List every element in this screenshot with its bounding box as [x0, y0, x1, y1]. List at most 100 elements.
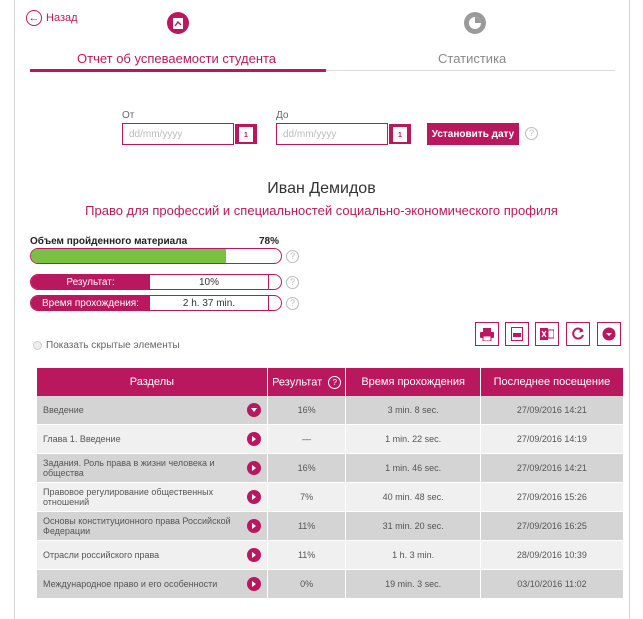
table-row[interactable]: Международное право и его особенности 0% 1… — [37, 569, 623, 599]
section-name: Отрасли российского права — [43, 550, 160, 560]
section-cell: Введение — [37, 396, 268, 425]
result-key: Результат: — [31, 275, 150, 289]
from-label: От — [122, 110, 135, 121]
help-icon[interactable]: ? — [286, 297, 299, 310]
result-cell: — — [267, 424, 347, 454]
course-title: Право для профессий и специальностей соц… — [85, 203, 558, 218]
last-visit-cell: 27/09/2016 16:25 — [480, 511, 623, 541]
progress-bar — [30, 248, 282, 264]
section-cell: Основы конституционного права Российской… — [37, 511, 268, 541]
chevron-right-icon[interactable] — [246, 432, 261, 446]
result-cell: 7% — [267, 482, 347, 512]
chevron-down-icon — [602, 327, 616, 341]
section-name: Введение — [43, 405, 84, 415]
calendar-icon: 1 — [239, 126, 253, 142]
section-cell: Международное право и его особенности — [37, 569, 268, 599]
arrow-left-icon: ← — [26, 10, 42, 26]
result-cell: 11% — [267, 511, 347, 541]
set-date-button[interactable]: Установить дату — [427, 123, 519, 145]
active-tab-indicator — [30, 69, 326, 72]
sections-table: Разделы Результат ? Время прохождения По… — [37, 368, 623, 599]
tab-report[interactable]: Отчет об успеваемости студента — [77, 51, 276, 66]
result-cell: 16% — [267, 396, 347, 425]
col-header-last-visit[interactable]: Последнее посещение — [480, 368, 623, 396]
help-icon[interactable]: ? — [525, 127, 538, 140]
excel-icon — [540, 328, 554, 340]
chevron-right-icon[interactable] — [246, 577, 261, 591]
table-row[interactable]: Основы конституционного права Российской… — [37, 511, 623, 541]
progress-label: Объем пройденного материала — [30, 236, 188, 247]
section-cell: Правовое регулирование общественных отно… — [37, 482, 268, 512]
time-cell: 19 min. 3 sec. — [345, 569, 481, 599]
result-value: 10% — [150, 275, 269, 289]
result-pill: Результат: 10% — [30, 274, 282, 290]
chevron-right-icon[interactable] — [246, 519, 261, 533]
print-button[interactable] — [475, 322, 499, 346]
result-cell: 0% — [267, 569, 347, 599]
time-cell: 1 min. 46 sec. — [345, 453, 481, 483]
chevron-right-icon[interactable] — [246, 490, 261, 504]
show-hidden-checkbox[interactable] — [33, 341, 42, 350]
show-hidden-label: Показать скрытые элементы — [46, 340, 180, 351]
dropdown-button[interactable] — [597, 322, 621, 346]
time-key: Время прохождения: — [31, 296, 150, 310]
back-label: Назад — [46, 12, 78, 24]
last-visit-cell: 27/09/2016 15:26 — [480, 482, 623, 512]
progress-fill — [31, 249, 226, 263]
help-icon[interactable]: ? — [286, 276, 299, 289]
time-cell: 3 min. 8 sec. — [345, 396, 481, 425]
to-date-input[interactable]: dd/mm/yyyy — [276, 123, 388, 145]
section-name: Задания. Роль права в жизни человека и о… — [43, 458, 215, 478]
report-icon[interactable] — [167, 12, 189, 34]
help-icon[interactable]: ? — [286, 250, 299, 263]
help-icon[interactable]: ? — [328, 375, 342, 389]
last-visit-cell: 27/09/2016 14:21 — [480, 453, 623, 483]
time-cell: 1 min. 22 sec. — [345, 424, 481, 454]
print-icon — [480, 327, 494, 341]
pie-chart-icon[interactable] — [464, 12, 486, 34]
section-cell: Глава 1. Введение — [37, 424, 268, 454]
last-visit-cell: 03/10/2016 11:02 — [480, 569, 623, 599]
section-name: Правовое регулирование общественных отно… — [43, 487, 214, 507]
col-header-result[interactable]: Результат ? — [267, 368, 347, 396]
table-row[interactable]: Правовое регулирование общественных отно… — [37, 482, 623, 512]
time-value: 2 h. 37 min. — [150, 296, 269, 310]
section-cell: Отрасли российского права — [37, 540, 268, 570]
from-calendar-button[interactable]: 1 — [235, 124, 257, 144]
last-visit-cell: 27/09/2016 14:21 — [480, 396, 623, 425]
section-cell: Задания. Роль права в жизни человека и о… — [37, 453, 268, 483]
chevron-right-icon[interactable] — [246, 548, 261, 562]
section-name: Глава 1. Введение — [43, 434, 121, 444]
result-cell: 11% — [267, 540, 347, 570]
time-cell: 1 h. 3 min. — [345, 540, 481, 570]
pdf-icon — [511, 327, 523, 341]
table-row[interactable]: Введение 16% 3 min. 8 sec. 27/09/2016 14:21 — [37, 396, 623, 425]
tab-statistics[interactable]: Статистика — [438, 51, 506, 66]
to-label: До — [276, 110, 289, 121]
back-button[interactable]: ← Назад — [26, 10, 78, 26]
section-name: Международное право и его особенности — [43, 579, 218, 589]
pdf-button[interactable] — [505, 322, 529, 346]
from-date-input[interactable]: dd/mm/yyyy — [122, 123, 234, 145]
progress-percent: 78% — [259, 236, 280, 247]
refresh-icon — [572, 327, 584, 340]
last-visit-cell: 28/09/2016 10:39 — [480, 540, 623, 570]
calendar-icon: 1 — [393, 126, 407, 142]
time-cell: 31 min. 20 sec. — [345, 511, 481, 541]
table-row[interactable]: Отрасли российского права 11% 1 h. 3 min. 2… — [37, 540, 623, 570]
col-header-time[interactable]: Время прохождения — [345, 368, 481, 396]
table-row[interactable]: Задания. Роль права в жизни человека и о… — [37, 453, 623, 483]
chevron-down-icon[interactable] — [246, 403, 261, 417]
col-header-sections[interactable]: Разделы — [37, 368, 268, 396]
to-calendar-button[interactable]: 1 — [389, 124, 411, 144]
result-cell: 16% — [267, 453, 347, 483]
table-row[interactable]: Глава 1. Введение —1 min. 22 sec. 27/09/20… — [37, 424, 623, 454]
time-pill: Время прохождения: 2 h. 37 min. — [30, 295, 282, 311]
excel-button[interactable] — [535, 322, 559, 346]
show-hidden-toggle[interactable]: Показать скрытые элементы — [33, 340, 180, 351]
refresh-button[interactable] — [566, 322, 590, 346]
last-visit-cell: 27/09/2016 14:19 — [480, 424, 623, 454]
time-cell: 40 min. 48 sec. — [345, 482, 481, 512]
chevron-right-icon[interactable] — [246, 461, 261, 475]
student-name: Иван Демидов — [267, 180, 376, 197]
